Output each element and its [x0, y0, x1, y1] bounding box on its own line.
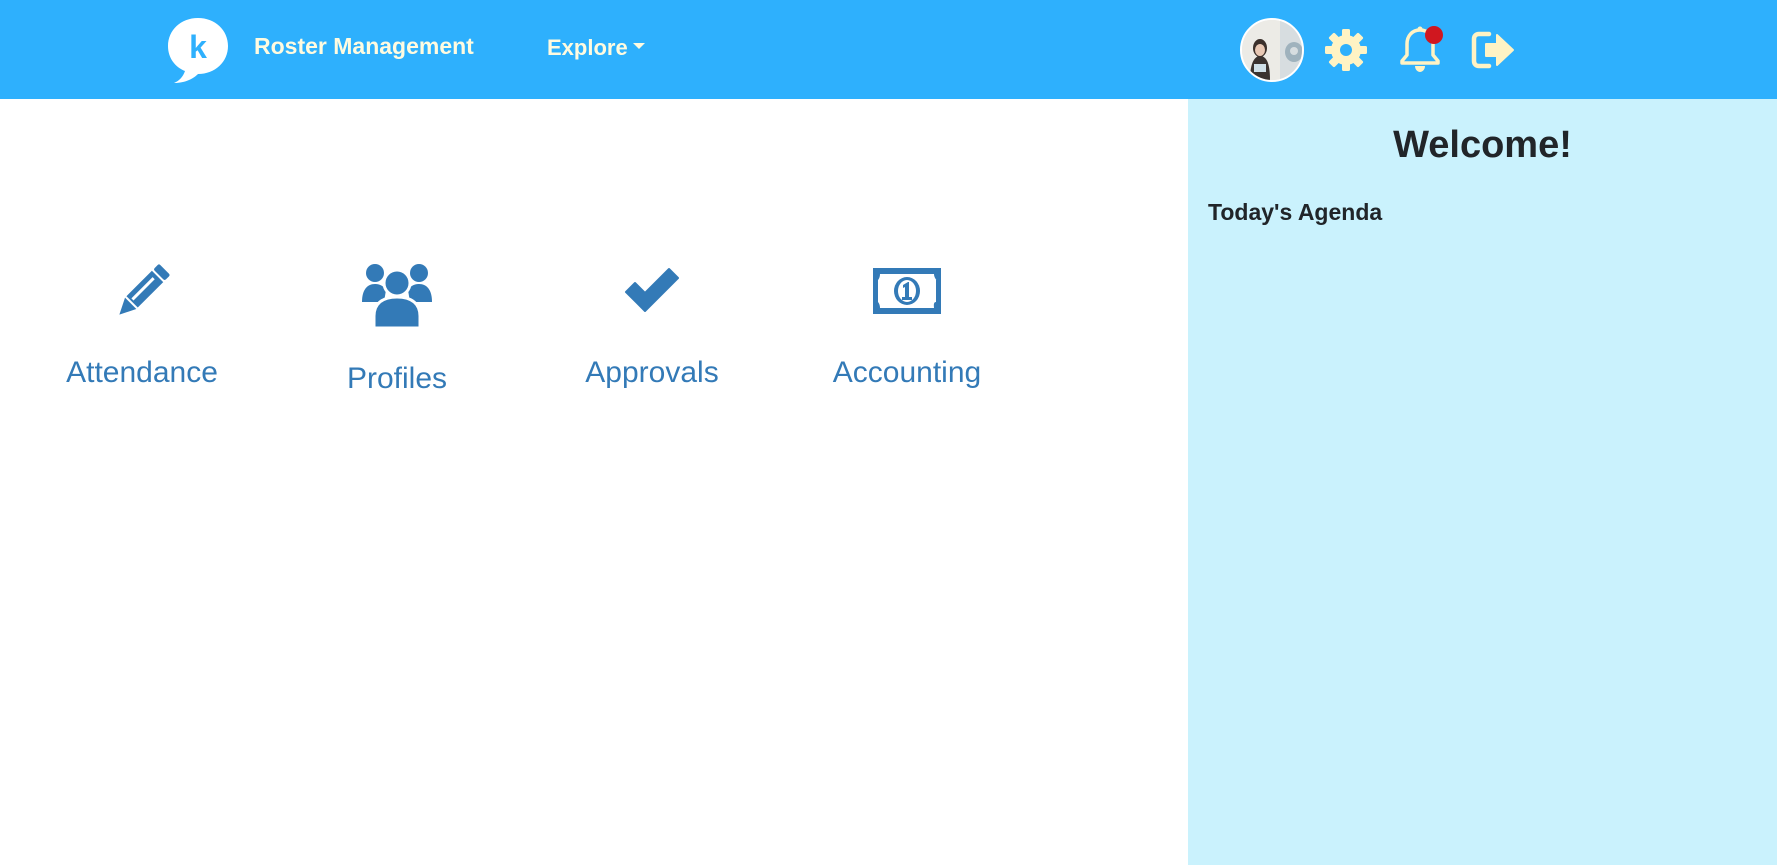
avatar[interactable] — [1240, 18, 1304, 82]
explore-label: Explore — [547, 35, 628, 60]
agenda-title: Today's Agenda — [1208, 199, 1383, 225]
welcome-panel: Welcome! Today's Agenda — [1188, 99, 1777, 865]
top-navbar: k Roster Management Explore — [0, 0, 1777, 99]
money-icon — [873, 268, 941, 314]
pencil-icon — [119, 264, 170, 315]
tile-label-attendance: Attendance — [66, 356, 218, 389]
check-icon — [625, 268, 679, 312]
tile-label-profiles: Profiles — [346, 362, 448, 395]
logo-letter: k — [189, 29, 207, 65]
bell-icon[interactable] — [1396, 26, 1444, 74]
app-title[interactable]: Roster Management — [254, 33, 474, 60]
notification-dot — [1425, 26, 1443, 44]
welcome-heading: Welcome! — [1393, 124, 1572, 166]
chevron-down-icon — [632, 43, 645, 50]
logo-icon[interactable]: k — [166, 16, 230, 84]
main-content: Attendance Profiles Approvals Accounting — [0, 99, 1188, 865]
logout-icon[interactable] — [1469, 26, 1517, 74]
tile-attendance[interactable]: Attendance — [32, 262, 252, 390]
tile-profiles[interactable]: Profiles — [287, 262, 507, 396]
tile-accounting[interactable]: Accounting — [797, 262, 1017, 390]
tile-approvals[interactable]: Approvals — [542, 262, 762, 390]
tile-label-accounting: Accounting — [832, 356, 982, 389]
gear-icon[interactable] — [1322, 26, 1370, 74]
avatar-image — [1242, 20, 1302, 80]
explore-dropdown[interactable]: Explore — [547, 35, 645, 61]
users-icon — [362, 264, 432, 328]
tile-label-approvals: Approvals — [585, 356, 719, 389]
